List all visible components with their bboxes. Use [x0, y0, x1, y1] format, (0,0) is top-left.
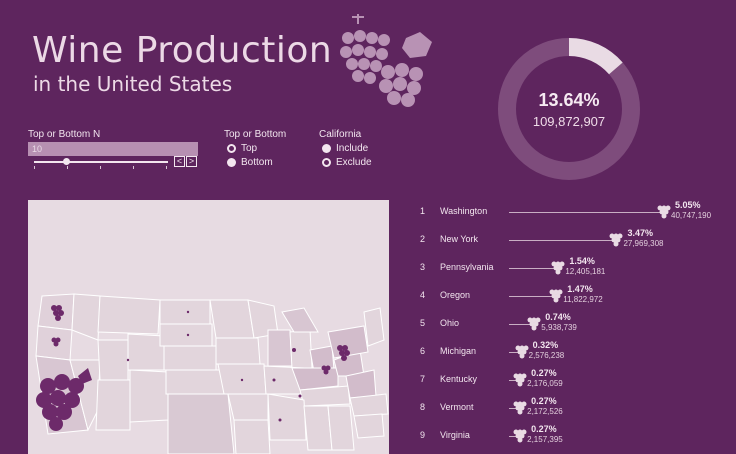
grapes-icon	[515, 344, 529, 365]
ranking-row[interactable]: 8 Vermont 0.27% 2,172,526	[420, 396, 730, 421]
share-percent: 5.05%	[675, 200, 701, 210]
share-bar	[509, 240, 614, 241]
state-name: Vermont	[440, 402, 474, 412]
ranking-row[interactable]: 2 New York 3.47% 27,969,308	[420, 228, 730, 253]
gallons-value: 2,576,238	[528, 351, 565, 360]
slider-tick	[166, 166, 167, 169]
us-map-svg	[35, 293, 389, 454]
radio-exclude-label: Exclude	[336, 157, 372, 168]
grapes-icon	[657, 204, 671, 225]
state-name: Virginia	[440, 430, 470, 440]
ranking-row[interactable]: 1 Washington 5.05% 40,747,190	[420, 200, 730, 225]
grapes-logo-icon	[340, 14, 432, 107]
state-marker	[272, 378, 276, 382]
gallons-value: 11,822,972	[563, 295, 603, 304]
state-marker	[186, 310, 190, 314]
slider-tick	[100, 166, 101, 169]
grapes-icon	[551, 260, 565, 281]
share-bar	[509, 296, 554, 297]
radio-selected-icon	[322, 158, 331, 167]
share-percent: 0.27%	[531, 368, 557, 378]
state-name: Kentucky	[440, 374, 478, 384]
michigan-grapes-icon	[292, 348, 296, 352]
topbottom-label: Top or Bottom	[224, 129, 287, 140]
ranking-row[interactable]: 9 Virginia 0.27% 2,157,395	[420, 424, 730, 449]
state-name: Oregon	[440, 290, 471, 300]
state-name: Washington	[440, 206, 488, 216]
decrement-button[interactable]: <	[174, 156, 185, 167]
rank-number: 1	[420, 206, 426, 216]
radio-bottom[interactable]: Bottom	[227, 157, 273, 168]
rank-number: 3	[420, 262, 426, 272]
state-marker	[240, 378, 244, 382]
slider-tick	[133, 166, 134, 169]
rank-number: 2	[420, 234, 426, 244]
gallons-value: 2,157,395	[527, 435, 563, 444]
grapes-icon	[609, 232, 623, 253]
state-marker	[278, 418, 282, 422]
ranking-row[interactable]: 3 Pennsylvania 1.54% 12,405,181	[420, 256, 730, 281]
grapes-icon	[513, 400, 527, 421]
radio-top[interactable]: Top	[227, 143, 257, 154]
page-title: Wine Production	[32, 30, 333, 71]
grapes-icon	[549, 288, 563, 309]
radio-exclude[interactable]: Exclude	[322, 157, 372, 168]
grapes-icon	[513, 428, 527, 449]
share-percent: 1.47%	[567, 284, 593, 294]
n-label: Top or Bottom N	[28, 129, 101, 140]
slider-tick	[34, 166, 35, 169]
state-name: Ohio	[440, 318, 460, 328]
ranking-row[interactable]: 7 Kentucky 0.27% 2,176,059	[420, 368, 730, 393]
share-percent: 0.74%	[545, 312, 571, 322]
radio-unselected-icon	[227, 158, 236, 167]
radio-selected-icon	[227, 144, 236, 153]
california-label: California	[319, 129, 362, 140]
summary-gallons: 109,872,907	[532, 114, 606, 129]
ranking-row[interactable]: 5 Ohio 0.74% 5,938,739	[420, 312, 730, 337]
share-percent: 0.27%	[531, 424, 557, 434]
share-percent: 1.54%	[569, 256, 595, 266]
rank-number: 4	[420, 290, 426, 300]
share-percent: 0.32%	[532, 340, 559, 350]
share-percent: 3.47%	[627, 228, 653, 238]
grapes-icon	[513, 372, 527, 393]
share-bar	[509, 268, 556, 269]
ranking-row[interactable]: 6 Michigan 0.32% 2,576,238	[420, 340, 730, 365]
share-bar	[509, 212, 661, 213]
state-name: Pennsylvania	[440, 262, 494, 272]
donut-share-arc	[568, 38, 623, 75]
state-name: New York	[440, 234, 479, 244]
radio-top-label: Top	[241, 143, 258, 154]
ranking-row[interactable]: 4 Oregon 1.47% 11,822,972	[420, 284, 730, 309]
rank-number: 5	[420, 318, 426, 328]
state-marker	[298, 394, 302, 398]
state-name: Michigan	[440, 346, 477, 356]
gallons-value: 27,969,308	[623, 239, 664, 248]
gallons-value: 40,747,190	[671, 211, 712, 220]
summary-percent: 13.64%	[538, 90, 600, 110]
radio-unselected-icon	[322, 144, 331, 153]
n-input[interactable]: 10	[28, 142, 198, 156]
gallons-value: 2,176,059	[527, 379, 563, 388]
radio-include[interactable]: Include	[322, 143, 368, 154]
state-marker	[126, 358, 130, 362]
radio-include-label: Include	[336, 143, 369, 154]
rank-number: 8	[420, 402, 426, 412]
rank-number: 9	[420, 430, 426, 440]
page-subtitle: in the United States	[33, 72, 233, 96]
us-map[interactable]	[28, 200, 389, 454]
gallons-value: 5,938,739	[541, 323, 577, 332]
gallons-value: 2,172,526	[527, 407, 563, 416]
share-percent: 0.27%	[531, 396, 557, 406]
slider-tick	[67, 166, 68, 169]
rank-number: 6	[420, 346, 426, 356]
n-slider-handle[interactable]	[63, 158, 70, 165]
rank-number: 7	[420, 374, 426, 384]
n-slider[interactable]	[34, 161, 168, 163]
radio-bottom-label: Bottom	[241, 157, 273, 168]
increment-button[interactable]: >	[186, 156, 197, 167]
grapes-icon	[527, 316, 541, 337]
state-marker	[186, 333, 190, 337]
gallons-value: 12,405,181	[565, 267, 606, 276]
